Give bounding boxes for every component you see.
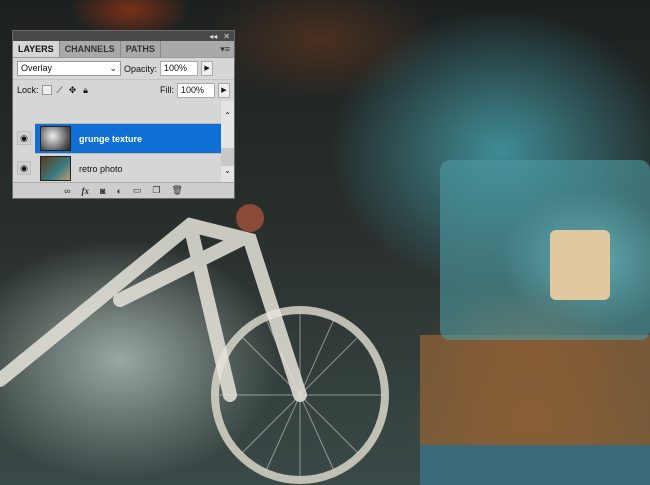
close-icon[interactable]: ✕ bbox=[223, 32, 230, 41]
tab-layers[interactable]: LAYERS bbox=[13, 41, 60, 57]
fill-slider-button[interactable]: ▶ bbox=[218, 82, 230, 98]
collapse-icon[interactable]: ◂◂ bbox=[209, 32, 217, 41]
opacity-input[interactable]: 100% bbox=[160, 61, 199, 76]
blend-mode-value: Overlay bbox=[21, 63, 53, 73]
visibility-eye-icon[interactable]: ◉ bbox=[17, 131, 31, 145]
layer-thumbnail bbox=[40, 156, 71, 181]
panel-titlebar: ◂◂ ✕ bbox=[13, 31, 234, 41]
mask-icon[interactable]: ◙ bbox=[100, 186, 105, 196]
scroll-thumb[interactable] bbox=[221, 148, 234, 166]
panel-menu-icon[interactable]: ▾≡ bbox=[220, 41, 234, 57]
opacity-slider-button[interactable]: ▶ bbox=[201, 61, 214, 76]
lock-move-icon[interactable]: ✥ bbox=[68, 85, 78, 95]
fx-icon[interactable]: fx bbox=[82, 186, 90, 196]
layer-list-scrollbar[interactable]: ⌃ ⌄ bbox=[221, 101, 234, 183]
layer-name: retro photo bbox=[79, 163, 123, 174]
layer-row-grunge-texture[interactable]: ◉ grunge texture bbox=[13, 123, 221, 153]
scroll-down-icon[interactable]: ⌄ bbox=[221, 166, 234, 175]
adjustment-icon[interactable]: ◐ bbox=[116, 186, 121, 196]
layer-thumbnail bbox=[40, 126, 71, 151]
lock-transparency-icon[interactable] bbox=[41, 85, 52, 95]
trash-icon[interactable]: 🗑︎ bbox=[171, 185, 182, 196]
link-icon[interactable]: ∞ bbox=[64, 186, 70, 196]
layer-row-retro-photo[interactable]: ◉ retro photo bbox=[13, 153, 221, 183]
layer-name: grunge texture bbox=[79, 133, 143, 144]
layers-panel: ◂◂ ✕ LAYERS CHANNELS PATHS ▾≡ Overlay ⌄ O… bbox=[12, 30, 235, 199]
tab-paths[interactable]: PATHS bbox=[121, 41, 161, 57]
panel-bottom-toolbar: ∞ fx ◙ ◐ ▭ ❐ 🗑︎ bbox=[13, 182, 234, 198]
layer-list: ◉ grunge texture ◉ retro photo ⌃ ⌄ bbox=[13, 101, 234, 183]
tab-channels[interactable]: CHANNELS bbox=[60, 41, 121, 57]
fill-label: Fill: bbox=[160, 85, 174, 95]
chevron-down-icon: ⌄ bbox=[109, 63, 117, 73]
panel-tabs: LAYERS CHANNELS PATHS ▾≡ bbox=[13, 41, 234, 58]
scroll-up-icon[interactable]: ⌃ bbox=[221, 111, 234, 120]
fill-input[interactable]: 100% bbox=[177, 82, 215, 98]
blend-mode-select[interactable]: Overlay ⌄ bbox=[17, 61, 121, 76]
lock-brush-icon[interactable]: ⟋ bbox=[55, 85, 65, 95]
lock-label: Lock: bbox=[17, 85, 39, 95]
opacity-label: Opacity: bbox=[124, 63, 158, 74]
new-layer-icon[interactable]: ❐ bbox=[152, 185, 160, 196]
lock-all-icon[interactable]: 🔒︎ bbox=[81, 85, 91, 95]
visibility-eye-icon[interactable]: ◉ bbox=[17, 161, 31, 175]
folder-icon[interactable]: ▭ bbox=[133, 185, 142, 196]
